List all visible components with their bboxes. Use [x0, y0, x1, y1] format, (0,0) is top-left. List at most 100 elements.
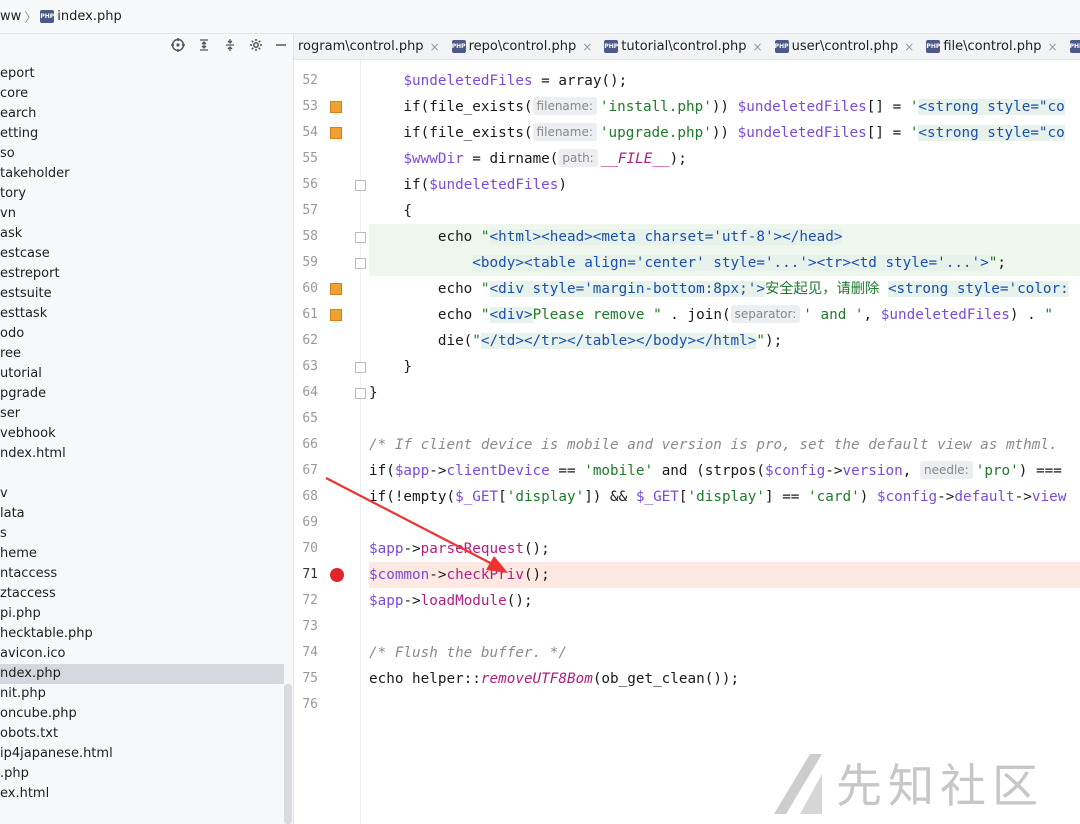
tree-item[interactable]: ndex.html — [0, 444, 284, 464]
editor-tab[interactable]: rogram\control.php × — [294, 39, 448, 54]
tree-item[interactable]: odo — [0, 324, 284, 344]
change-marker-icon[interactable] — [330, 101, 342, 113]
php-file-icon: PHP — [1069, 40, 1080, 53]
tree-item[interactable]: estsuite — [0, 284, 284, 304]
close-tab-icon[interactable]: × — [1047, 40, 1057, 54]
code-line[interactable]: $app->parseRequest(); — [369, 536, 550, 562]
code-line[interactable]: echo helper::removeUTF8Bom(ob_get_clean(… — [369, 666, 739, 692]
code-line[interactable]: /* If client device is mobile and versio… — [369, 432, 1058, 458]
tree-item[interactable]: ask — [0, 224, 284, 244]
tree-item[interactable]: heme — [0, 544, 284, 564]
close-tab-icon[interactable]: × — [430, 40, 440, 54]
gutter-divider — [360, 60, 361, 824]
tree-item[interactable]: hecktable.php — [0, 624, 284, 644]
close-tab-icon[interactable]: × — [753, 40, 763, 54]
tree-item[interactable]: lata — [0, 504, 284, 524]
tree-item[interactable]: s — [0, 524, 284, 544]
tree-item[interactable]: ex.html — [0, 784, 284, 804]
sidebar-scrollbar[interactable] — [284, 684, 292, 824]
tree-item[interactable]: oncube.php — [0, 704, 284, 724]
code-line[interactable]: die("</td></tr></table></body></html>"); — [369, 328, 782, 354]
hide-icon[interactable] — [275, 38, 287, 56]
fold-icon[interactable] — [355, 388, 366, 399]
tree-item[interactable]: ntaccess — [0, 564, 284, 584]
tree-item[interactable]: takeholder — [0, 164, 284, 184]
tree-item[interactable]: ser — [0, 404, 284, 424]
change-marker-icon[interactable] — [330, 309, 342, 321]
code-editor[interactable]: 52 53 54 55 56 57 58 59 60 61 62 63 64 65 66 67 68 69 70 71… — [294, 60, 1080, 824]
gear-icon[interactable] — [249, 38, 263, 56]
tree-item[interactable]: estreport — [0, 264, 284, 284]
tree-item[interactable]: vn — [0, 204, 284, 224]
close-tab-icon[interactable]: × — [582, 40, 592, 54]
code-line[interactable]: echo "<div>Please remove " . join(separa… — [369, 302, 1053, 328]
line-number: 69 — [302, 515, 318, 530]
change-marker-icon[interactable] — [330, 127, 342, 139]
code-line[interactable]: if(file_exists(filename:'install.php')) … — [369, 94, 1065, 120]
fold-icon[interactable] — [355, 258, 366, 269]
tree-item[interactable]: eport — [0, 64, 284, 84]
tab-label: user\control.php — [791, 39, 899, 54]
tree-item[interactable]: v — [0, 484, 284, 504]
code-line[interactable]: } — [369, 380, 378, 406]
tree-item[interactable]: avicon.ico — [0, 644, 284, 664]
php-file-icon: PHP — [926, 40, 941, 53]
code-line[interactable]: } — [369, 354, 412, 380]
expand-all-icon[interactable] — [197, 38, 211, 56]
breadcrumb-item-file[interactable]: index.php — [57, 9, 121, 24]
code-line[interactable]: $wwwDir = dirname(path: __FILE__); — [369, 146, 687, 172]
tree-item[interactable]: pi.php — [0, 604, 284, 624]
line-number: 61 — [302, 307, 318, 322]
code-line[interactable]: $common->checkPriv(); — [369, 562, 1080, 588]
tree-item[interactable]: estcase — [0, 244, 284, 264]
breakpoint-icon[interactable] — [330, 568, 344, 582]
tree-item[interactable]: ree — [0, 344, 284, 364]
tree-item[interactable]: core — [0, 84, 284, 104]
project-toolbar — [0, 34, 293, 60]
breadcrumb-item-ww[interactable]: ww — [0, 9, 21, 24]
close-tab-icon[interactable]: × — [904, 40, 914, 54]
code-line[interactable]: $undeletedFiles = array(); — [369, 68, 627, 94]
watermark-logo-icon — [774, 754, 822, 814]
collapse-all-icon[interactable] — [223, 38, 237, 56]
code-line[interactable]: if(!empty($_GET['display']) && $_GET['di… — [369, 484, 1066, 510]
php-file-icon: PHP — [604, 40, 619, 53]
code-line[interactable]: echo "<div style='margin-bottom:8px;'>安全… — [369, 276, 1069, 302]
code-line[interactable]: { — [369, 198, 412, 224]
code-line[interactable]: echo "<html><head><meta charset='utf-8'>… — [369, 224, 1080, 250]
tree-item[interactable]: ndex.php — [0, 664, 284, 684]
code-line[interactable]: $app->loadModule(); — [369, 588, 533, 614]
fold-icon[interactable] — [355, 362, 366, 373]
code-line[interactable]: if($undeletedFiles) — [369, 172, 567, 198]
breadcrumb-separator-icon: 〉 — [24, 11, 38, 26]
tree-item[interactable] — [0, 464, 284, 484]
fold-icon[interactable] — [355, 232, 366, 243]
tree-item[interactable]: ip4japanese.html — [0, 744, 284, 764]
tab-label: rogram\control.php — [298, 39, 424, 54]
code-line[interactable]: if($app->clientDevice == 'mobile' and (s… — [369, 458, 1062, 484]
code-line[interactable]: if(file_exists(filename:'upgrade.php')) … — [369, 120, 1065, 146]
change-marker-icon[interactable] — [330, 283, 342, 295]
tree-item[interactable]: utorial — [0, 364, 284, 384]
editor-tab[interactable]: PHPa — [1066, 39, 1080, 54]
editor-tab[interactable]: PHP file\control.php × — [922, 39, 1065, 54]
tree-item[interactable]: .php — [0, 764, 284, 784]
tree-item[interactable]: earch — [0, 104, 284, 124]
tree-item[interactable]: vebhook — [0, 424, 284, 444]
code-line[interactable]: <body><table align='center' style='...'>… — [369, 250, 1080, 276]
tree-item[interactable]: pgrade — [0, 384, 284, 404]
code-line[interactable]: /* Flush the buffer. */ — [369, 640, 567, 666]
editor-tab[interactable]: PHP user\control.php × — [771, 39, 923, 54]
tree-item[interactable]: ztaccess — [0, 584, 284, 604]
tree-item[interactable]: nit.php — [0, 684, 284, 704]
locate-icon[interactable] — [171, 38, 185, 56]
tree-item[interactable]: obots.txt — [0, 724, 284, 744]
tree-item[interactable]: so — [0, 144, 284, 164]
tree-item[interactable]: esttask — [0, 304, 284, 324]
editor-tab[interactable]: PHP repo\control.php × — [448, 39, 601, 54]
fold-icon[interactable] — [355, 180, 366, 191]
line-number: 66 — [302, 437, 318, 452]
tree-item[interactable]: tory — [0, 184, 284, 204]
tree-item[interactable]: etting — [0, 124, 284, 144]
editor-tab[interactable]: PHP tutorial\control.php × — [600, 39, 770, 54]
